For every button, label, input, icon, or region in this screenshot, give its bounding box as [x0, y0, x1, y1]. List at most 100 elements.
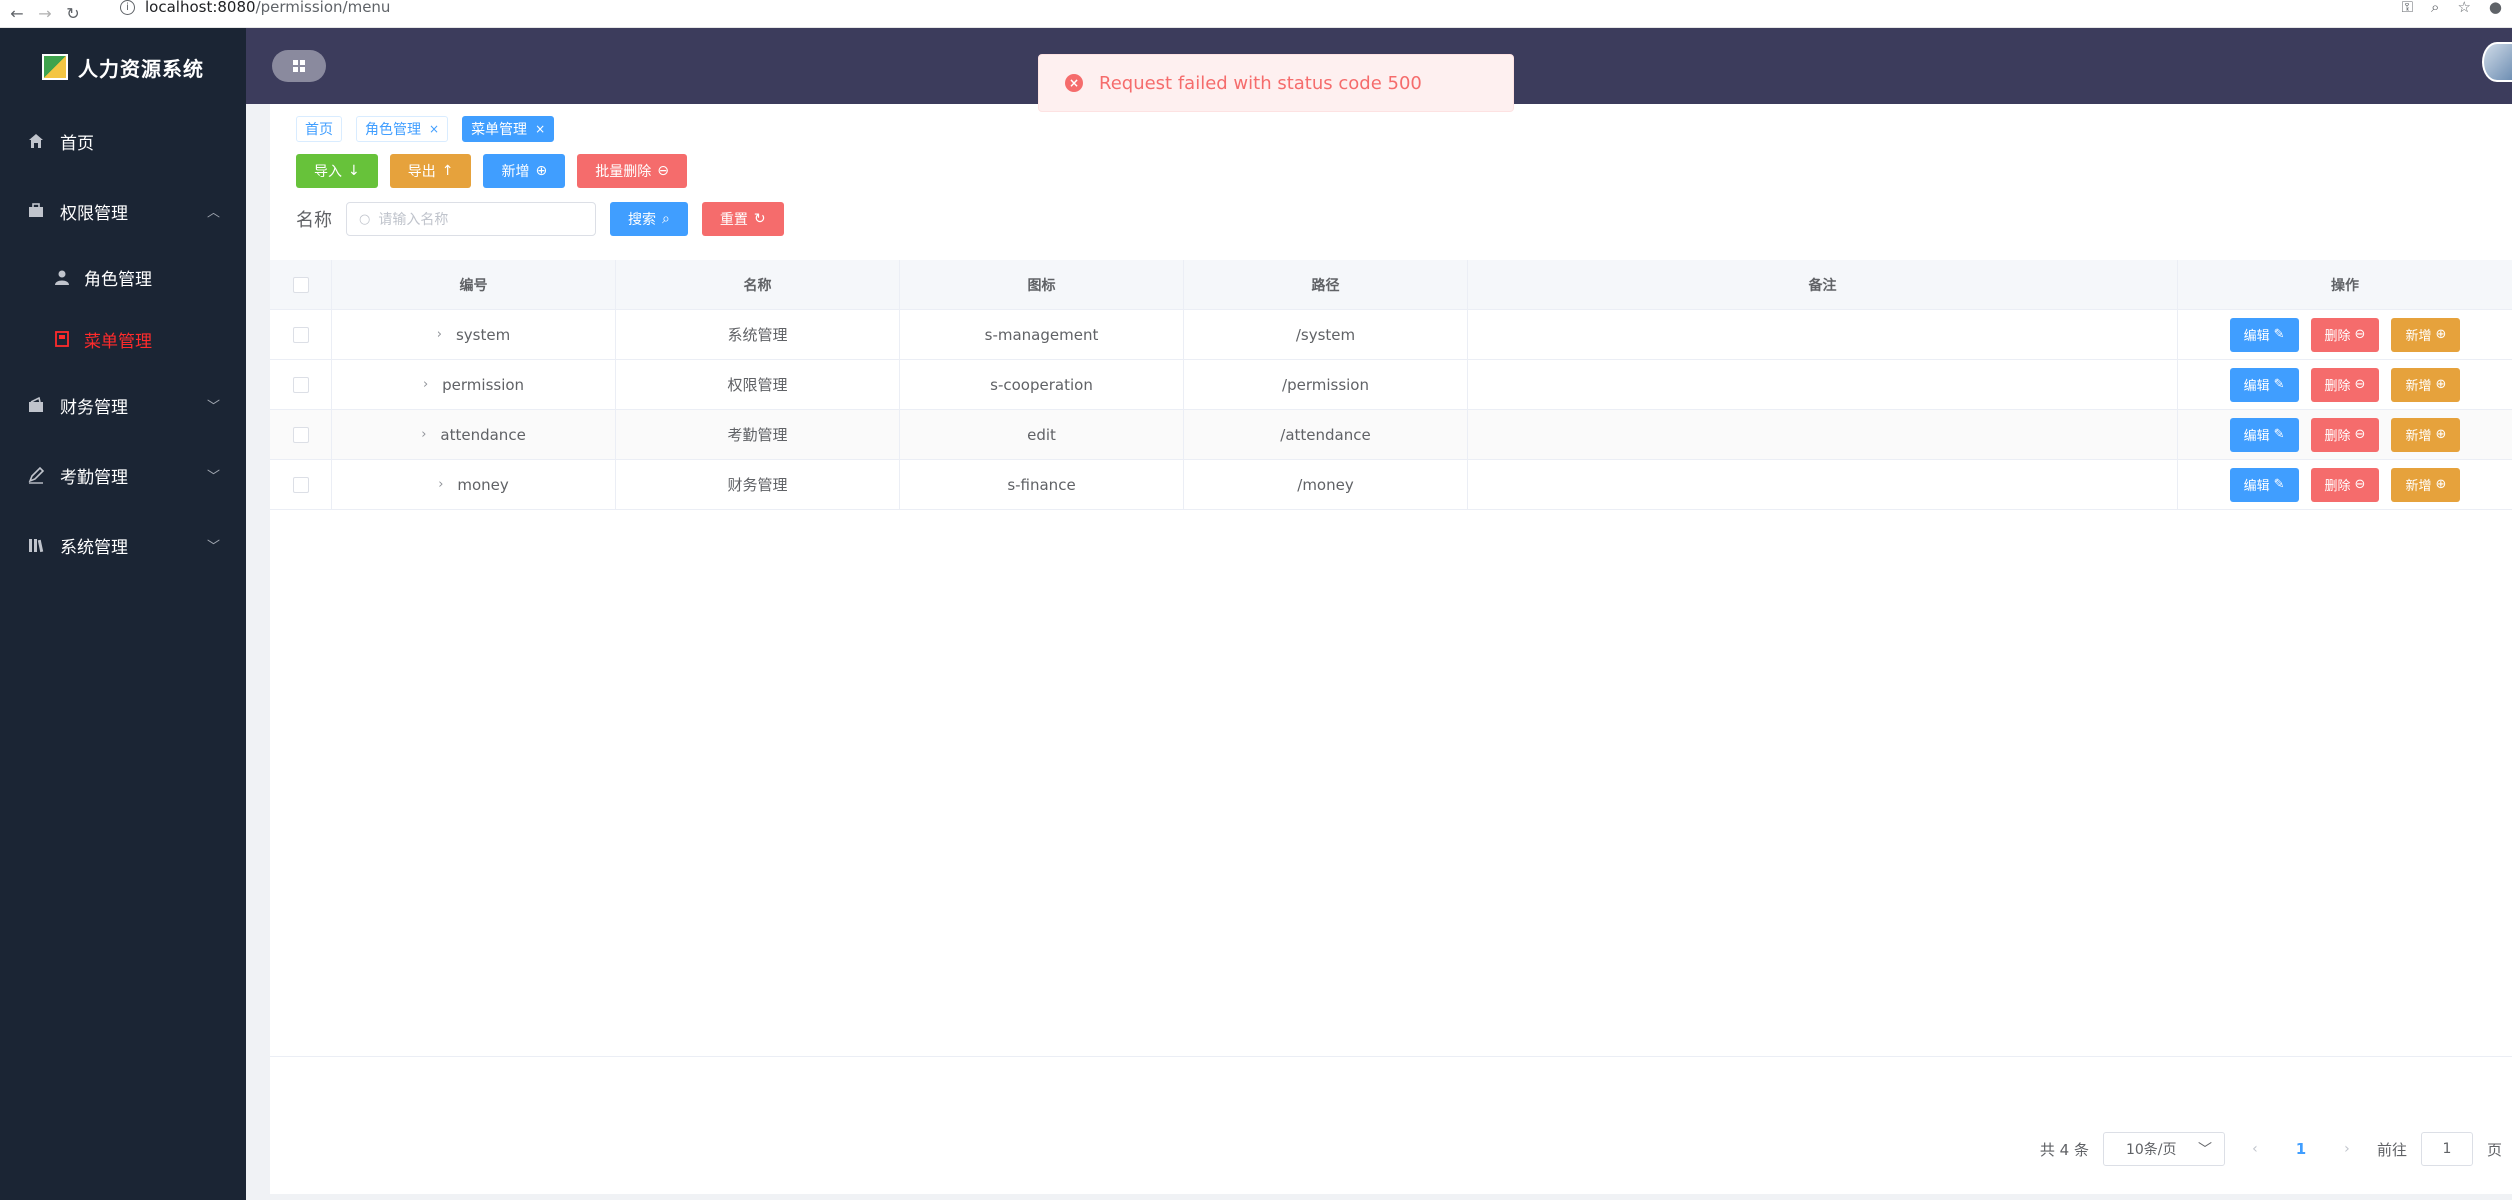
close-icon[interactable]: × — [535, 122, 545, 136]
cell-path: /system — [1184, 310, 1468, 359]
avatar[interactable] — [2482, 42, 2512, 82]
arrow-down-icon: ↓ — [348, 163, 360, 179]
export-button[interactable]: 导出 ↑ — [389, 154, 472, 188]
delete-label: 删除 — [2324, 429, 2351, 444]
close-icon[interactable]: × — [429, 122, 439, 136]
delete-label: 删除 — [2324, 479, 2351, 494]
sidebar-item-role-management[interactable]: 角色管理 — [0, 246, 246, 308]
tag-label: 角色管理 — [365, 122, 421, 138]
profile-icon[interactable]: ● — [2489, 0, 2502, 16]
prev-page-icon[interactable]: ‹ — [2239, 1141, 2271, 1157]
app-logo[interactable]: 人力资源系统 — [0, 28, 246, 106]
pagination: 共 4 条 10条/页 ﹀ ‹ 1 › 前往 1 页 — [2040, 1132, 2502, 1166]
sidebar-item-home[interactable]: 首页 — [0, 106, 246, 176]
search-button[interactable]: 搜索 ⌕ — [610, 202, 688, 236]
chevron-down-icon: ﹀ — [206, 469, 220, 485]
edit-button[interactable]: 编辑 ✎ — [2229, 317, 2299, 352]
forward-arrow-icon[interactable]: → — [34, 3, 56, 25]
zoom-icon[interactable]: ⌕ — [2431, 0, 2439, 16]
delete-button[interactable]: 删除 ⊖ — [2310, 467, 2380, 502]
cell-id: › attendance — [332, 410, 616, 459]
delete-label: 删除 — [2324, 379, 2351, 394]
goto-page-input[interactable]: 1 — [2420, 1132, 2473, 1166]
url-path: /permission/menu — [255, 0, 391, 16]
edit-button[interactable]: 编辑 ✎ — [2229, 417, 2299, 452]
cell-icon: s-cooperation — [900, 360, 1184, 409]
app-title: 人力资源系统 — [78, 56, 204, 81]
sidebar-item-menu-management[interactable]: 菜单管理 — [0, 308, 246, 370]
menu-table: 编号 名称 图标 路径 备注 操作 › system 系统管理 s-managem… — [270, 260, 2512, 510]
edit-button[interactable]: 编辑 ✎ — [2229, 467, 2299, 502]
chevron-right-icon[interactable]: › — [438, 477, 443, 492]
home-icon — [26, 131, 46, 151]
password-key-icon[interactable]: ⚿ — [2402, 0, 2413, 16]
tag-home[interactable]: 首页 — [296, 116, 342, 142]
goto-suffix: 页 — [2486, 1140, 2502, 1159]
row-checkbox[interactable] — [292, 476, 309, 493]
chevron-down-icon: ﹀ — [206, 399, 220, 415]
browser-actions: ⚿ ⌕ ☆ ● — [2402, 0, 2502, 16]
back-arrow-icon[interactable]: ← — [6, 3, 28, 25]
row-checkbox-cell — [270, 360, 332, 409]
sidebar-item-finance[interactable]: 财务管理 ﹀ — [0, 370, 246, 440]
page-size-select[interactable]: 10条/页 ﹀ — [2102, 1132, 2225, 1166]
edit-label: 编辑 — [2243, 479, 2270, 494]
sidebar-item-permission[interactable]: 权限管理 ︿ — [0, 176, 246, 246]
action-toolbar: 导入 ↓ 导出 ↑ 新增 ⊕ 批量删除 ⊖ — [296, 154, 687, 188]
row-checkbox[interactable] — [292, 326, 309, 343]
cell-id-text: attendance — [440, 425, 526, 444]
error-toast: × Request failed with status code 500 — [1038, 54, 1514, 112]
edit-label: 编辑 — [2243, 329, 2270, 344]
tag-role-management[interactable]: 角色管理 × — [356, 116, 449, 142]
header-ops: 操作 — [2331, 277, 2359, 294]
add-button[interactable]: 新增 ⊕ — [483, 154, 566, 188]
tag-bar: 首页 角色管理 × 菜单管理 × — [296, 116, 555, 142]
header-checkbox-cell — [270, 260, 332, 309]
sidebar-item-attendance[interactable]: 考勤管理 ﹀ — [0, 440, 246, 510]
search-button-label: 搜索 — [628, 212, 656, 228]
tag-menu-management[interactable]: 菜单管理 × — [462, 116, 555, 142]
table-bottom-divider — [270, 1056, 2512, 1057]
import-button[interactable]: 导入 ↓ — [296, 154, 378, 188]
row-checkbox[interactable] — [292, 426, 309, 443]
delete-button[interactable]: 删除 ⊖ — [2310, 317, 2380, 352]
batch-delete-button[interactable]: 批量删除 ⊖ — [577, 154, 687, 188]
circle-minus-icon: ⊖ — [2354, 377, 2366, 392]
search-label: 名称 — [296, 210, 332, 231]
cell-icon: s-management — [900, 310, 1184, 359]
delete-label: 删除 — [2324, 329, 2351, 344]
reload-icon[interactable]: ↻ — [62, 3, 84, 25]
menu-icon — [52, 329, 72, 349]
error-circle-icon: × — [1065, 74, 1083, 92]
site-info-icon[interactable]: i — [120, 0, 135, 15]
user-icon — [52, 267, 72, 287]
next-page-icon[interactable]: › — [2331, 1141, 2363, 1157]
bookmark-star-icon[interactable]: ☆ — [2457, 0, 2470, 16]
page-number-current[interactable]: 1 — [2285, 1140, 2317, 1158]
wallet-icon — [26, 395, 46, 415]
collapse-menu-button[interactable] — [272, 50, 326, 82]
address-bar[interactable]: i localhost:8080/permission/menu — [120, 0, 391, 16]
sidebar-item-system[interactable]: 系统管理 ﹀ — [0, 510, 246, 580]
delete-button[interactable]: 删除 ⊖ — [2310, 367, 2380, 402]
reset-button[interactable]: 重置 ↻ — [701, 202, 784, 236]
add-child-button[interactable]: 新增 ⊕ — [2391, 467, 2461, 502]
search-input[interactable]: ○ 请输入名称 — [346, 202, 596, 236]
chevron-right-icon[interactable]: › — [421, 427, 426, 442]
edit-button[interactable]: 编辑 ✎ — [2229, 367, 2299, 402]
select-all-checkbox[interactable] — [292, 276, 309, 293]
add-child-button[interactable]: 新增 ⊕ — [2391, 317, 2461, 352]
add-child-button[interactable]: 新增 ⊕ — [2391, 417, 2461, 452]
delete-button[interactable]: 删除 ⊖ — [2310, 417, 2380, 452]
chevron-down-icon: ﹀ — [2197, 1142, 2212, 1158]
chevron-right-icon[interactable]: › — [423, 377, 428, 392]
batch-delete-label: 批量删除 — [595, 164, 652, 180]
header-remark: 备注 — [1468, 260, 2178, 309]
row-checkbox[interactable] — [292, 376, 309, 393]
url-host: localhost:8080 — [145, 0, 256, 16]
cell-remark — [1468, 410, 2178, 459]
logo-icon — [42, 54, 68, 80]
cell-remark — [1468, 310, 2178, 359]
add-child-button[interactable]: 新增 ⊕ — [2391, 367, 2461, 402]
chevron-right-icon[interactable]: › — [437, 327, 442, 342]
